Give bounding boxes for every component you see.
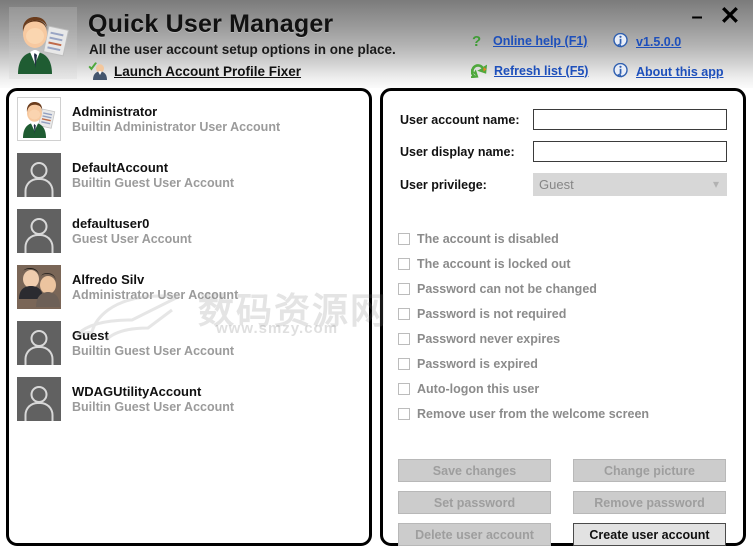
page-title: Quick User Manager (88, 10, 334, 38)
user-name: Alfredo Silv (72, 271, 145, 287)
refresh-list-link[interactable]: Refresh list (F5) (471, 63, 588, 78)
account-name-row: User account name: (383, 109, 743, 130)
list-item[interactable]: DefaultAccount Builtin Guest User Accoun… (9, 147, 369, 203)
about-label: About this app (636, 64, 724, 79)
change-picture-button[interactable]: Change picture (573, 459, 726, 482)
list-item[interactable]: Alfredo Silv Administrator User Account (9, 259, 369, 315)
list-item-text: Guest Builtin Guest User Account (72, 328, 234, 359)
user-privilege-select[interactable]: Guest ▾ (533, 173, 727, 196)
refresh-icon (471, 64, 487, 78)
user-privilege-value: Guest (539, 177, 574, 192)
avatar (17, 97, 61, 141)
user-description: Builtin Guest User Account (72, 175, 235, 190)
user-description: Guest User Account (72, 231, 192, 246)
user-name: WDAGUtilityAccount (72, 383, 202, 399)
online-help-label: Online help (F1) (493, 34, 588, 48)
info-icon (613, 33, 628, 48)
account-details-panel: User account name: User display name: Us… (380, 88, 746, 546)
close-button[interactable]: ✕ (716, 2, 744, 30)
list-item-text: Alfredo Silv Administrator User Account (72, 272, 238, 303)
display-name-row: User display name: (383, 141, 743, 162)
checkbox-box (398, 283, 410, 295)
user-account-name-input[interactable] (533, 109, 727, 130)
checkbox-label: Password never expires (417, 332, 561, 346)
privilege-label: User privilege: (400, 177, 487, 192)
avatar (17, 209, 61, 253)
user-description: Builtin Guest User Account (72, 399, 235, 414)
checkbox-label: The account is disabled (417, 232, 559, 246)
display-name-label: User display name: (400, 144, 515, 159)
set-password-button[interactable]: Set password (398, 491, 551, 514)
chevron-down-icon: ▾ (712, 177, 719, 191)
checkbox-label: Password is expired (417, 357, 538, 371)
user-name: defaultuser0 (72, 215, 150, 231)
launch-account-profile-fixer-link[interactable]: Launch Account Profile Fixer (88, 62, 301, 81)
checkbox-box (398, 408, 410, 420)
privilege-row: User privilege: Guest ▾ (383, 173, 743, 196)
list-item-text: defaultuser0 Guest User Account (72, 216, 192, 247)
list-item[interactable]: WDAGUtilityAccount Builtin Guest User Ac… (9, 371, 369, 427)
checkbox-box (398, 333, 410, 345)
checkbox-box (398, 358, 410, 370)
list-item-text: Administrator Builtin Administrator User… (72, 104, 280, 135)
create-user-account-button[interactable]: Create user account (573, 523, 726, 546)
avatar (17, 377, 61, 421)
save-changes-button[interactable]: Save changes (398, 459, 551, 482)
checkbox-password-expired[interactable]: Password is expired (398, 357, 538, 371)
checkbox-password-never-expires[interactable]: Password never expires (398, 332, 560, 346)
checkbox-box (398, 383, 410, 395)
page-subtitle: All the user account setup options in on… (89, 42, 396, 57)
admin-avatar-icon (23, 102, 56, 138)
user-photo-icon (17, 265, 61, 309)
checkbox-label: Remove user from the welcome screen (417, 407, 650, 421)
avatar (17, 265, 61, 309)
user-name: Guest (72, 327, 109, 343)
user-name: DefaultAccount (72, 159, 169, 175)
checkbox-password-cannot-change[interactable]: Password can not be changed (398, 282, 597, 296)
refresh-list-label: Refresh list (F5) (494, 63, 589, 78)
list-item[interactable]: Administrator Builtin Administrator User… (9, 91, 369, 147)
app-logo-icon (9, 7, 77, 79)
version-link[interactable]: v1.5.0.0 (613, 33, 681, 50)
avatar (17, 321, 61, 365)
list-item[interactable]: Guest Builtin Guest User Account (9, 315, 369, 371)
application-window: Quick User Manager All the user account … (0, 0, 753, 554)
checkbox-password-not-required[interactable]: Password is not required (398, 307, 566, 321)
checkbox-label: Password is not required (417, 307, 567, 321)
checkbox-box (398, 258, 410, 270)
window-header: Quick User Manager All the user account … (0, 0, 753, 88)
minimize-button[interactable]: – (686, 6, 708, 28)
checkbox-label: Auto-logon this user (417, 382, 540, 396)
question-mark-icon: ? (472, 33, 481, 49)
remove-password-button[interactable]: Remove password (573, 491, 726, 514)
delete-user-account-button[interactable]: Delete user account (398, 523, 551, 546)
info-icon (613, 63, 628, 78)
checkbox-label: Password can not be changed (417, 282, 597, 296)
checkbox-remove-from-welcome-screen[interactable]: Remove user from the welcome screen (398, 407, 649, 421)
online-help-link[interactable]: ? Online help (F1) (471, 33, 587, 49)
version-label: v1.5.0.0 (636, 34, 682, 49)
user-description: Builtin Administrator User Account (72, 119, 281, 134)
checkbox-box (398, 308, 410, 320)
user-list-panel: Administrator Builtin Administrator User… (6, 88, 372, 546)
account-name-label: User account name: (400, 112, 520, 127)
checkbox-box (398, 233, 410, 245)
person-check-icon (88, 62, 107, 80)
checkbox-account-disabled[interactable]: The account is disabled (398, 232, 559, 246)
user-description: Builtin Guest User Account (72, 343, 235, 358)
list-item-text: WDAGUtilityAccount Builtin Guest User Ac… (72, 384, 234, 415)
avatar (17, 153, 61, 197)
svg-text:?: ? (472, 33, 481, 49)
list-item[interactable]: defaultuser0 Guest User Account (9, 203, 369, 259)
list-item-text: DefaultAccount Builtin Guest User Accoun… (72, 160, 234, 191)
checkbox-account-locked-out[interactable]: The account is locked out (398, 257, 571, 271)
user-description: Administrator User Account (72, 287, 239, 302)
about-this-app-link[interactable]: About this app (613, 63, 724, 80)
checkbox-label: The account is locked out (417, 257, 571, 271)
user-list[interactable]: Administrator Builtin Administrator User… (9, 91, 369, 543)
user-display-name-input[interactable] (533, 141, 727, 162)
checkbox-auto-logon[interactable]: Auto-logon this user (398, 382, 539, 396)
user-name: Administrator (72, 103, 158, 119)
launch-fixer-label: Launch Account Profile Fixer (114, 64, 302, 79)
